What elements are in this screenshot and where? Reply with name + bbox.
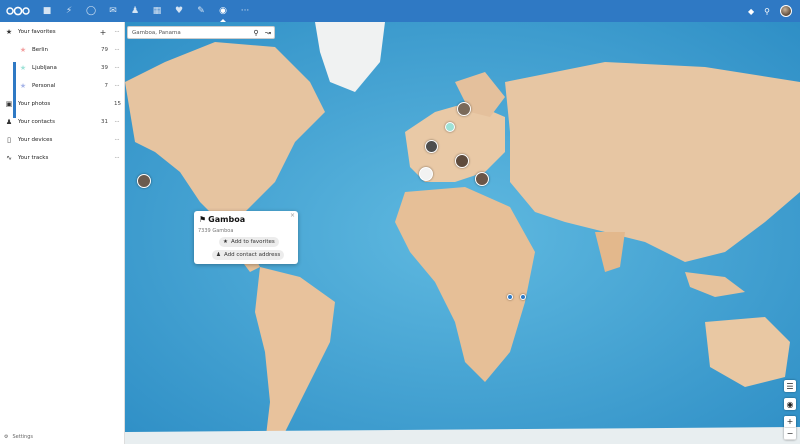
photo-marker[interactable] [475, 172, 489, 186]
zoom-in-button[interactable]: + [784, 416, 796, 428]
sidebar-item-ljubljana[interactable]: ★ Ljubljana 39 ··· [0, 59, 125, 77]
count-badge: 39 [101, 65, 108, 71]
star-icon: ★ [19, 46, 27, 54]
button-label: Add to favorites [230, 239, 275, 245]
contacts-icon: ♟ [5, 118, 13, 126]
sidebar-item-devices[interactable]: ▯ Your devices ··· [0, 131, 125, 149]
search-input[interactable]: Gamboa, Panama [128, 30, 250, 36]
flag-icon: ⚑ [199, 215, 207, 224]
search-icon[interactable]: ⚲ [764, 7, 770, 16]
favorite-marker[interactable] [445, 122, 455, 132]
count-badge: 15 [114, 101, 121, 107]
header-right: ◆ ⚲ [748, 0, 792, 22]
favorites-menu-icon[interactable]: ··· [112, 29, 122, 35]
popup-title: ⚑ Gamboa [199, 215, 245, 224]
contact-marker[interactable] [137, 174, 151, 188]
notifications-icon[interactable]: ◆ [748, 7, 754, 16]
sidebar-item-label: Ljubljana [32, 65, 57, 71]
photo-marker[interactable] [457, 102, 471, 116]
sidebar-item-label: Your tracks [18, 155, 49, 161]
route-icon[interactable]: ↝ [262, 29, 274, 37]
sidebar-item-label: Your photos [18, 101, 51, 107]
gear-icon: ⚙ [4, 434, 9, 440]
zoom-out-button[interactable]: − [784, 428, 796, 440]
image-icon: ▣ [5, 100, 13, 108]
add-contact-address-button[interactable]: ♟ Add contact address [212, 250, 285, 260]
activity-icon[interactable]: ⚡ [58, 0, 80, 22]
sidebar-item-label: Personal [32, 83, 56, 89]
star-icon: ★ [19, 82, 27, 90]
sidebar-item-photos[interactable]: ▣ Your photos 15 [0, 95, 125, 113]
more-icon[interactable]: ··· [234, 0, 256, 22]
star-icon: ★ [19, 64, 27, 72]
sidebar-item-label: Your favorites [18, 29, 56, 35]
sidebar-item-favorites[interactable]: ★ Your favorites + ··· [0, 23, 125, 41]
favorites-icon[interactable]: ♥ [168, 0, 190, 22]
count-badge: 31 [101, 119, 108, 125]
maps-icon[interactable]: ◉ [212, 0, 234, 22]
sidebar-item-label: Your devices [18, 137, 53, 143]
item-menu-icon[interactable]: ··· [112, 47, 122, 53]
item-menu-icon[interactable]: ··· [112, 83, 122, 89]
settings-label: Settings [12, 434, 33, 440]
star-icon: ★ [5, 28, 13, 36]
settings-button[interactable]: ⚙ Settings [4, 434, 33, 440]
item-menu-icon[interactable]: ··· [112, 155, 122, 161]
nextcloud-logo-icon[interactable] [6, 6, 30, 16]
map-search[interactable]: Gamboa, Panama ⚲ ↝ [127, 26, 275, 39]
location-popup: ⚑ Gamboa × 7339 Gamboa ★ Add to favorites… [194, 211, 298, 264]
sidebar-item-berlin[interactable]: ★ Berlin 79 ··· [0, 41, 125, 59]
sidebar-item-tracks[interactable]: ∿ Your tracks ··· [0, 149, 125, 167]
search-icon[interactable]: ⚲ [250, 29, 262, 37]
notes-icon[interactable]: ✎ [190, 0, 212, 22]
photo-marker[interactable] [425, 140, 438, 153]
popup-address: 7339 Gamboa [198, 228, 234, 234]
calendar-icon[interactable]: ▦ [146, 0, 168, 22]
layers-icon[interactable]: ☰ [784, 380, 796, 392]
count-badge: 7 [104, 83, 109, 89]
files-icon[interactable]: ■ [36, 0, 58, 22]
close-icon[interactable]: × [290, 212, 295, 219]
contacts-icon[interactable]: ♟ [124, 0, 146, 22]
photo-marker[interactable] [455, 154, 469, 168]
avatar[interactable] [780, 5, 792, 17]
add-favorite-icon[interactable]: + [98, 28, 108, 37]
sidebar-item-contacts[interactable]: ♟ Your contacts 31 ··· [0, 113, 125, 131]
button-label: Add contact address [223, 252, 281, 258]
map-controls: ☰ ◉ + − [784, 380, 796, 440]
app-navigation: ■ ⚡ ◯ ✉ ♟ ▦ ♥ ✎ ◉ ··· [36, 0, 256, 22]
item-menu-icon[interactable]: ··· [112, 119, 122, 125]
star-icon: ★ [223, 239, 228, 245]
mail-icon[interactable]: ✉ [102, 0, 124, 22]
contact-marker[interactable] [419, 167, 433, 181]
count-badge: 79 [101, 47, 108, 53]
sidebar-item-label: Your contacts [18, 119, 55, 125]
talk-icon[interactable]: ◯ [80, 0, 102, 22]
item-menu-icon[interactable]: ··· [112, 137, 122, 143]
item-menu-icon[interactable]: ··· [112, 65, 122, 71]
pulse-icon: ∿ [6, 154, 12, 162]
top-header: ■ ⚡ ◯ ✉ ♟ ▦ ♥ ✎ ◉ ··· ◆ ⚲ [0, 0, 800, 22]
sidebar-item-label: Berlin [32, 47, 48, 53]
contacts-icon: ♟ [216, 252, 221, 258]
favorite-marker[interactable] [507, 294, 513, 300]
phone-icon: ▯ [7, 136, 11, 144]
locate-icon[interactable]: ◉ [784, 398, 796, 410]
add-to-favorites-button[interactable]: ★ Add to favorites [219, 237, 279, 247]
sidebar: ★ Your favorites + ··· ★ Berlin 79 ··· ★… [0, 22, 125, 444]
sidebar-item-personal[interactable]: ★ Personal 7 ··· [0, 77, 125, 95]
zoom-control: + − [784, 416, 796, 440]
favorite-marker[interactable] [520, 294, 526, 300]
popup-title-text: Gamboa [208, 215, 246, 224]
